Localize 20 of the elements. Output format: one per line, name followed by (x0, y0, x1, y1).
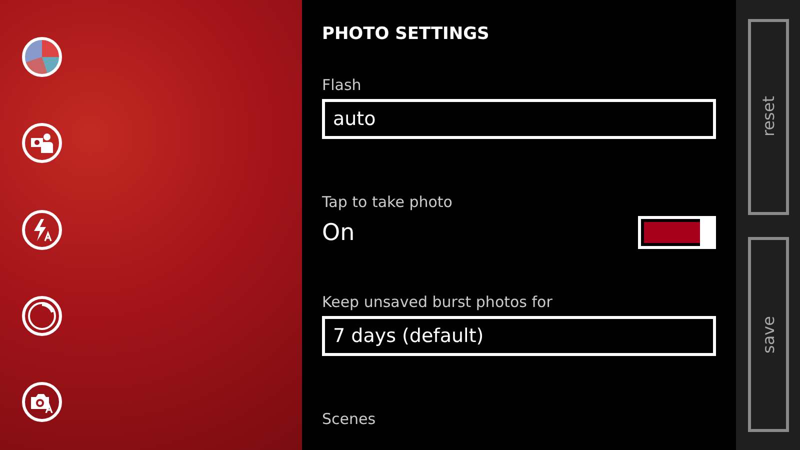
camera-auto-icon (29, 391, 55, 413)
reset-button[interactable]: reset (748, 19, 788, 214)
dropdown-field[interactable]: auto (322, 99, 716, 139)
setting-label: Keep unsaved burst photos for (322, 293, 554, 311)
flash-auto-icon (31, 218, 53, 242)
panel-title: PHOTO SETTINGS (322, 24, 490, 44)
lens-button[interactable] (22, 123, 62, 164)
gallery-thumbnail[interactable] (22, 37, 62, 77)
flash-button[interactable] (22, 210, 62, 250)
setting-label: Tap to take photo (322, 193, 454, 211)
camera-person-icon (30, 132, 54, 154)
capture-ring-icon (27, 300, 57, 331)
shutter-button[interactable] (22, 296, 62, 336)
save-button[interactable]: save (748, 236, 788, 432)
camera-mode-button[interactable] (22, 382, 62, 422)
section-heading: Scenes (322, 410, 377, 428)
dropdown-field[interactable]: 7 days (default) (322, 316, 716, 356)
setting-label: Flash (322, 76, 362, 94)
toggle-value: On (322, 220, 355, 246)
toggle-switch[interactable] (638, 216, 716, 249)
